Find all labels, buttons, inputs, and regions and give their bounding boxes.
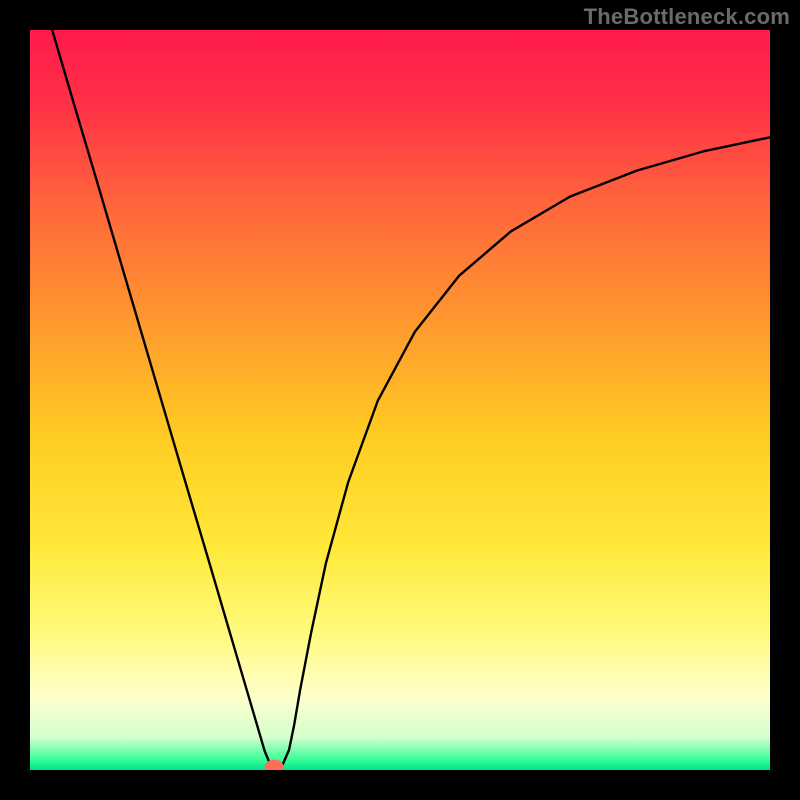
outer-frame: TheBottleneck.com: [0, 0, 800, 800]
watermark-text: TheBottleneck.com: [584, 4, 790, 30]
gradient-background: [30, 30, 770, 770]
plot-area: [30, 30, 770, 770]
chart-svg: [30, 30, 770, 770]
